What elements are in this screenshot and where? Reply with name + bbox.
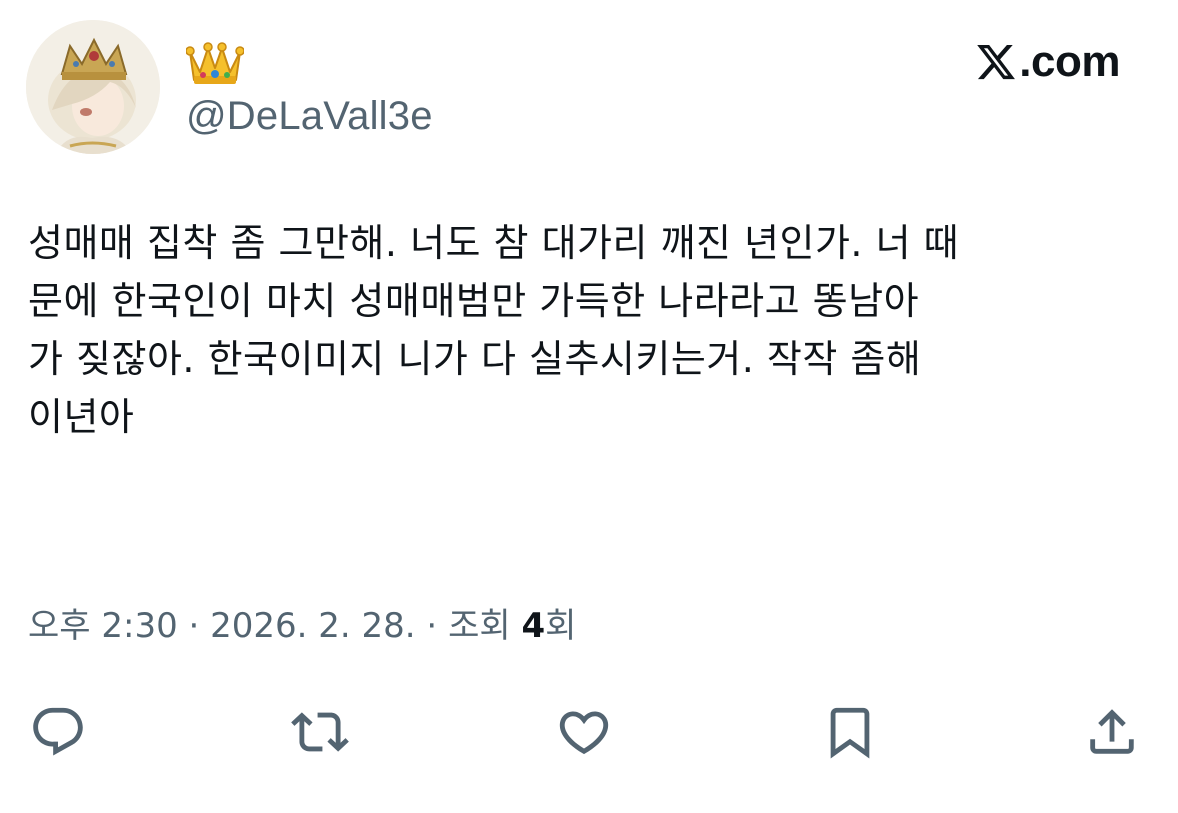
views-label: 조회 [448, 606, 522, 646]
x-logo-icon [975, 41, 1017, 83]
retweet-button[interactable] [288, 700, 352, 764]
retweet-icon [291, 712, 349, 752]
reply-icon [33, 707, 83, 756]
brand-domain: .com [1019, 37, 1120, 86]
avatar[interactable] [26, 20, 160, 154]
share-icon [1090, 709, 1134, 754]
share-button[interactable] [1080, 700, 1144, 764]
avatar-image [26, 20, 160, 154]
tweet-text: 성매매 집착 좀 그만해. 너도 참 대가리 깨진 년인가. 너 때 문에 한국… [28, 221, 960, 439]
tweet-date[interactable]: 2026. 2. 28. [210, 600, 415, 652]
meta-separator: · [177, 606, 211, 646]
views-count: 4 [521, 606, 546, 646]
brand-watermark: .com [975, 34, 1120, 90]
views-suffix: 회 [545, 606, 577, 646]
tweet-time[interactable]: 오후 2:30 [28, 600, 178, 652]
tweet-meta: 오후 2:30 · 2026. 2. 28. · 조회 4 회 [28, 600, 576, 652]
meta-separator: · [415, 606, 449, 646]
author-handle[interactable]: @DeLaVall3e [186, 92, 433, 140]
action-bar [0, 700, 1178, 764]
crown-emoji-icon [186, 38, 244, 86]
bookmark-icon [830, 707, 870, 759]
reply-button[interactable] [26, 700, 90, 764]
bookmark-button[interactable] [818, 700, 882, 764]
heart-icon [559, 711, 609, 755]
like-button[interactable] [552, 700, 616, 764]
